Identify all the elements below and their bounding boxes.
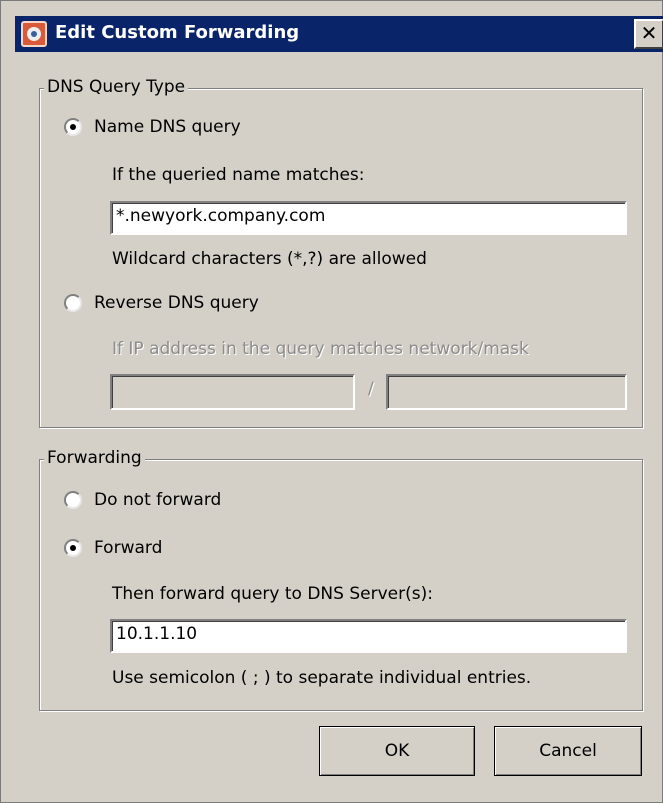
app-icon <box>21 21 47 47</box>
dialog-title: Edit Custom Forwarding <box>55 22 300 43</box>
name-dns-query-option[interactable]: Name DNS query <box>64 117 241 137</box>
title-bar[interactable]: Edit Custom Forwarding ✕ <box>15 16 663 52</box>
queried-name-input[interactable]: *.newyork.company.com <box>110 201 627 235</box>
edit-custom-forwarding-dialog: Edit Custom Forwarding ✕ DNS Query Type … <box>0 0 663 803</box>
cancel-button[interactable]: Cancel <box>494 726 642 776</box>
mask-input[interactable] <box>386 374 627 410</box>
reverse-dns-query-label[interactable]: Reverse DNS query <box>94 293 259 313</box>
dns-query-type-legend: DNS Query Type <box>44 77 189 97</box>
name-dns-query-radio[interactable] <box>64 118 82 136</box>
reverse-dns-query-option[interactable]: Reverse DNS query <box>64 293 259 313</box>
name-match-prompt: If the queried name matches: <box>112 165 365 185</box>
do-not-forward-radio[interactable] <box>64 491 82 509</box>
wildcard-hint: Wildcard characters (*,?) are allowed <box>112 249 427 269</box>
dns-query-type-group: DNS Query Type Name DNS query If the que… <box>39 77 643 428</box>
forward-label[interactable]: Forward <box>94 538 162 558</box>
ok-button[interactable]: OK <box>319 726 475 776</box>
reverse-dns-query-radio[interactable] <box>64 294 82 312</box>
forwarding-legend: Forwarding <box>44 448 145 468</box>
close-button[interactable]: ✕ <box>634 19 663 49</box>
reverse-match-prompt: If IP address in the query matches netwo… <box>112 339 529 359</box>
do-not-forward-option[interactable]: Do not forward <box>64 490 221 510</box>
forwarding-group: Forwarding Do not forward Forward Then f… <box>39 448 643 711</box>
forward-radio[interactable] <box>64 539 82 557</box>
network-mask-separator: / <box>368 379 374 399</box>
semicolon-hint: Use semicolon ( ; ) to separate individu… <box>112 668 532 688</box>
forward-prompt: Then forward query to DNS Server(s): <box>112 584 433 604</box>
do-not-forward-label[interactable]: Do not forward <box>94 490 221 510</box>
dns-servers-input[interactable]: 10.1.1.10 <box>110 619 627 653</box>
forward-option[interactable]: Forward <box>64 538 162 558</box>
name-dns-query-label[interactable]: Name DNS query <box>94 117 241 137</box>
network-input[interactable] <box>110 374 355 410</box>
